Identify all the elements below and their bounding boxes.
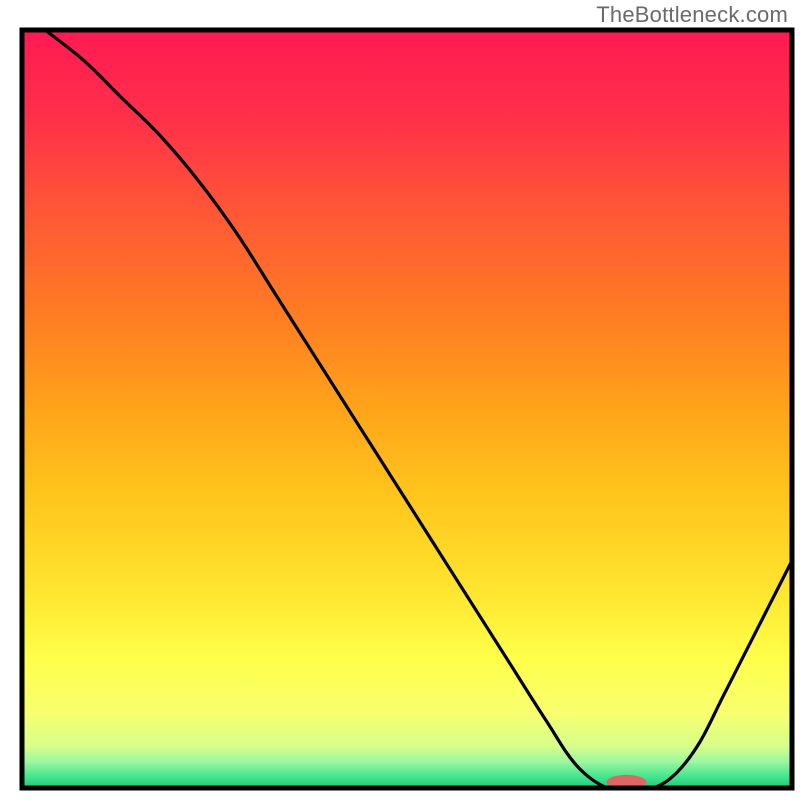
chart-svg bbox=[0, 0, 800, 800]
watermark-text: TheBottleneck.com bbox=[596, 2, 788, 28]
plot-background bbox=[22, 30, 792, 788]
bottleneck-chart: TheBottleneck.com bbox=[0, 0, 800, 800]
